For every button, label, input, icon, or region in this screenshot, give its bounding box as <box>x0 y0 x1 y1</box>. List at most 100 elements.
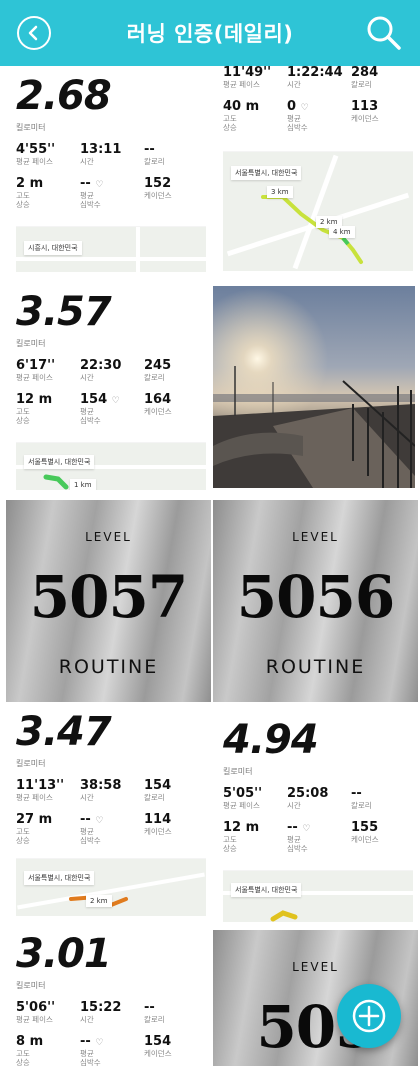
cadence-value: 154 <box>144 1033 172 1049</box>
km-marker: 4 km <box>329 226 355 238</box>
time-label: 시간 <box>287 801 301 811</box>
heart-icon: ♡ <box>302 823 311 834</box>
calorie-label: 칼로리 <box>144 157 165 167</box>
calorie-label: 칼로리 <box>144 1015 165 1025</box>
route-map[interactable]: 서울특별시, 대한민국 <box>223 870 413 922</box>
elevation-value: 2 m <box>16 175 44 191</box>
heart-rate-label-2: 심박수 <box>80 200 101 210</box>
heart-rate-value: -- <box>80 1033 91 1049</box>
search-icon <box>367 16 401 50</box>
distance-unit: 킬로미터 <box>16 981 46 990</box>
heart-icon: ♡ <box>300 102 309 113</box>
distance-value: 3.01 <box>16 931 112 977</box>
run-card[interactable]: 3.01 킬로미터 5'06'' 평균 페이스 15:22 시간 -- 칼로리 8 m… <box>6 928 212 1066</box>
route-map[interactable]: 서울특별시, 대한민국 1 km <box>16 442 206 490</box>
cadence-label: 케이던스 <box>351 113 379 123</box>
run-card[interactable]: 3.47 킬로미터 11'13'' 평균 페이스 38:58 시간 154 칼로리 2… <box>6 708 212 918</box>
heart-rate-label-2: 심박수 <box>287 123 308 133</box>
cadence-value: 155 <box>351 819 379 835</box>
level-label: LEVEL <box>85 530 132 544</box>
level-number: 5056 <box>236 563 395 631</box>
elevation-value: 12 m <box>16 391 53 407</box>
pace-label: 평균 페이스 <box>223 80 260 90</box>
distance-value: 3.57 <box>16 289 112 335</box>
time-label: 시간 <box>80 793 94 803</box>
route-map[interactable]: 시흥시, 대한민국 <box>16 226 206 272</box>
cadence-label: 케이던스 <box>144 1048 172 1058</box>
run-card[interactable]: 11'49'' 평균 페이스 1:22:44 시간 284 칼로리 40 m 고도 상승 … <box>213 66 419 274</box>
level-number: 5057 <box>29 563 188 631</box>
level-card[interactable]: LEVEL 5057 ROUTINE <box>6 500 211 702</box>
map-location-label: 서울특별시, 대한민국 <box>231 883 302 897</box>
elevation-label-2: 상승 <box>16 416 30 426</box>
heart-rate-value: -- <box>80 175 91 191</box>
run-photo[interactable] <box>213 286 415 488</box>
calorie-value: 154 <box>144 778 172 793</box>
distance-value: 3.47 <box>16 709 112 755</box>
routine-label: ROUTINE <box>265 656 366 678</box>
level-label: LEVEL <box>292 960 339 974</box>
distance-value: 4.94 <box>223 717 319 763</box>
elevation-label-2: 상승 <box>223 123 237 133</box>
heart-rate-value: 0 <box>287 98 297 114</box>
elevation-label-2: 상승 <box>16 1058 30 1066</box>
pace-value: 4'55'' <box>16 142 56 157</box>
heart-icon: ♡ <box>95 1037 104 1048</box>
level-label: LEVEL <box>292 530 339 544</box>
level-card[interactable]: LEVEL 5056 ROUTINE <box>213 500 418 702</box>
heart-icon: ♡ <box>95 179 104 190</box>
calorie-value: 245 <box>144 358 172 373</box>
search-button[interactable] <box>364 13 404 53</box>
cadence-value: 114 <box>144 811 172 827</box>
calorie-label: 칼로리 <box>144 793 165 803</box>
heart-rate-label: 평균 <box>80 826 94 836</box>
pace-label: 평균 페이스 <box>16 373 53 383</box>
cadence-value: 164 <box>144 391 172 407</box>
time-label: 시간 <box>80 1015 94 1025</box>
route-line <box>69 894 128 908</box>
elevation-label: 고도 <box>16 406 30 416</box>
cadence-label: 케이던스 <box>144 826 172 836</box>
pace-label: 평균 페이스 <box>16 793 53 803</box>
elevation-label: 고도 <box>223 113 237 123</box>
calorie-label: 칼로리 <box>144 373 165 383</box>
back-button[interactable] <box>17 16 51 50</box>
calorie-value: -- <box>144 1000 155 1015</box>
map-location-label: 서울특별시, 대한민국 <box>24 871 95 885</box>
heart-rate-label: 평균 <box>287 834 301 844</box>
time-value: 38:58 <box>80 778 122 793</box>
heart-rate-label-2: 심박수 <box>80 416 101 426</box>
elevation-label: 고도 <box>223 834 237 844</box>
distance-unit: 킬로미터 <box>223 767 253 776</box>
pace-value: 5'06'' <box>16 1000 56 1015</box>
pace-value: 11'49'' <box>223 66 272 80</box>
sunset-bridge-image <box>213 286 415 488</box>
run-card[interactable]: 4.94 킬로미터 5'05'' 평균 페이스 25:08 시간 -- 칼로리 12 … <box>213 708 419 922</box>
calorie-value: 284 <box>351 66 379 80</box>
chevron-left-icon <box>28 25 38 41</box>
elevation-label-2: 상승 <box>16 200 30 210</box>
time-value: 22:30 <box>80 358 122 373</box>
km-marker: 3 km <box>267 186 293 198</box>
route-map[interactable]: 서울특별시, 대한민국 3 km 2 km 4 km <box>223 151 413 271</box>
run-card[interactable]: 3.57 킬로미터 6'17'' 평균 페이스 22:30 시간 245 칼로리 12… <box>6 286 212 492</box>
run-card[interactable]: 2.68 킬로미터 4'55'' 평균 페이스 13:11 시간 -- 칼로리 2 m… <box>6 66 212 274</box>
heart-icon: ♡ <box>111 395 120 406</box>
km-marker: 1 km <box>70 479 96 490</box>
route-map[interactable]: 서울특별시, 대한민국 2 km <box>16 858 206 916</box>
heart-rate-value: 154 <box>80 391 108 407</box>
add-post-button[interactable] <box>337 984 401 1048</box>
elevation-value: 40 m <box>223 98 260 114</box>
pace-label: 평균 페이스 <box>16 1015 53 1025</box>
feed[interactable]: 2.68 킬로미터 4'55'' 평균 페이스 13:11 시간 -- 칼로리 2 m… <box>0 0 420 1066</box>
elevation-label-2: 상승 <box>16 836 30 846</box>
time-value: 25:08 <box>287 786 329 801</box>
pace-label: 평균 페이스 <box>223 801 260 811</box>
distance-unit: 킬로미터 <box>16 759 46 768</box>
elevation-label: 고도 <box>16 826 30 836</box>
elevation-label-2: 상승 <box>223 844 237 854</box>
elevation-value: 8 m <box>16 1033 44 1049</box>
cadence-label: 케이던스 <box>144 190 172 200</box>
routine-label: ROUTINE <box>58 656 159 678</box>
heart-icon: ♡ <box>95 815 104 826</box>
